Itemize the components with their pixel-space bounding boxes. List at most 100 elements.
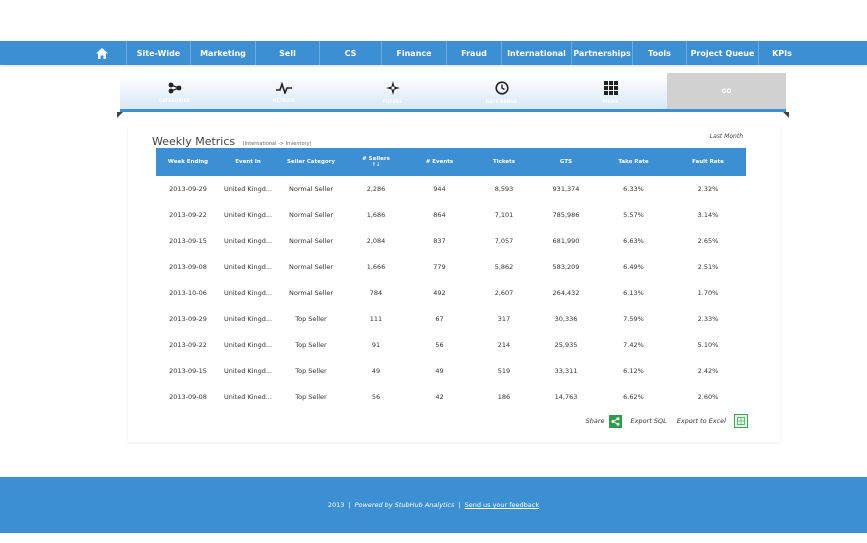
cell-sellers: 2,084 [366,237,386,245]
cell-sellers: 1,666 [366,263,386,271]
table-row[interactable]: 2013-10-06 United Kingd... Normal Seller 78… [156,280,746,306]
cell-events: 837 [433,237,446,245]
cell-tickets: 8,593 [494,185,514,193]
go-button[interactable]: GO [667,73,786,109]
col-fault-rate[interactable]: Fault Rate [670,148,746,176]
card-title-row: Weekly Metrics (International -> Invento… [152,135,312,148]
col-event-in[interactable]: Event In [220,148,276,176]
cell-sellers: 91 [371,341,381,349]
cell-event-in: United Kined... [224,393,272,401]
compass-icon [385,80,400,95]
toolbar-views[interactable]: VIEWS [556,75,665,109]
table-row[interactable]: 2013-09-29 United Kingd... Top Seller 111 67… [156,306,746,332]
pulse-icon [275,81,292,94]
cell-sellers: 784 [369,289,383,297]
nav-site-wide[interactable]: Site-Wide [126,41,190,65]
cell-tickets: 7,057 [494,237,514,245]
export-sql-link[interactable]: Export SQL [631,417,667,425]
toolbar-filters[interactable]: FILTERS [338,75,447,109]
cell-tickets: 519 [497,367,511,375]
toolbar-metrics[interactable]: METRICS [229,75,338,109]
toolbar-date-range[interactable]: DATE RANGE [447,75,556,109]
cell-take-rate: 6.13% [623,289,644,297]
col-gts[interactable]: GTS [535,148,597,176]
cell-fault-rate: 2.32% [697,185,719,193]
cell-gts: 931,374 [552,185,580,193]
footer-powered-by: Powered by StubHub Analytics [354,501,455,509]
home-icon[interactable] [82,41,122,65]
toolbar-views-label: VIEWS [602,98,619,104]
cell-fault-rate: 2.65% [697,237,719,245]
cell-tickets: 5,862 [494,263,514,271]
nav-marketing[interactable]: Marketing [190,41,255,65]
toolbar-filters-label: FILTERS [382,98,403,104]
cell-gts: 681,990 [552,237,580,245]
share-icon[interactable] [608,414,622,428]
cell-gts: 30,336 [554,315,578,323]
cell-event-in: United Kingd... [223,289,273,297]
share-label[interactable]: Share [586,417,605,425]
nav-partnerships[interactable]: Partnerships [571,41,632,65]
export-excel-link[interactable]: Export to Excel [677,417,726,425]
nav-sell[interactable]: Sell [255,41,319,65]
col-sellers[interactable]: # Sellers ↑↓ [346,148,406,176]
cell-event-in: United Kingd... [223,185,273,193]
table-row[interactable]: 2013-09-22 United Kingd... Top Seller 91 56 2… [156,332,746,358]
cell-week-ending: 2013-09-15 [169,367,207,375]
table-row[interactable]: 2013-09-15 United Kingd... Top Seller 49 49 5… [156,358,746,384]
table-row[interactable]: 2013-09-08 United Kingd... Normal Seller 1,… [156,254,746,280]
cell-fault-rate: 5.10% [697,341,719,349]
col-tickets[interactable]: Tickets [473,148,535,176]
cell-take-rate: 6.49% [623,263,644,271]
col-week-ending[interactable]: Week Ending [156,148,220,176]
cell-gts: 25,935 [554,341,578,349]
footer-separator: | [348,501,351,509]
table-row[interactable]: 2013-09-15 United Kingd... Normal Seller 2,… [156,228,746,254]
footer-separator: | [458,501,461,509]
cell-seller-category: Normal Seller [289,237,333,245]
cell-take-rate: 5.57% [623,211,644,219]
cell-seller-category: Top Seller [295,315,327,323]
cell-event-in: United Kingd... [223,237,273,245]
cell-sellers: 1,686 [366,211,386,219]
cell-tickets: 2,607 [494,289,514,297]
table-row[interactable]: 2013-09-29 United Kingd... Normal Seller 2,… [156,176,746,202]
cell-fault-rate: 1.70% [697,289,719,297]
col-take-rate[interactable]: Take Rate [597,148,670,176]
sort-icon: ↑↓ [371,162,381,168]
nav-kpis[interactable]: KPIs [758,41,805,65]
nav-cs[interactable]: CS [319,41,381,65]
table-row[interactable]: 2013-09-08 United Kined... Top Seller 56 42 1… [156,384,746,410]
metrics-table: Week Ending Event In Seller Category # S… [156,148,746,410]
cell-events: 56 [435,341,444,349]
nav-finance[interactable]: Finance [381,41,446,65]
cell-take-rate: 7.42% [623,341,644,349]
cell-events: 779 [433,263,446,271]
weekly-metrics-card: Weekly Metrics (International -> Invento… [128,126,780,442]
nav-project-queue[interactable]: Project Queue [686,41,758,65]
cell-fault-rate: 2.33% [697,315,719,323]
nav-international[interactable]: International [501,41,571,65]
card-subtitle: (International -> Inventory) [242,141,312,147]
cell-event-in: United Kingd... [223,211,273,219]
toolbar-date-range-label: DATE RANGE [485,98,518,104]
table-row[interactable]: 2013-09-22 United Kingd... Normal Seller 1,… [156,202,746,228]
cell-tickets: 186 [497,393,511,401]
cell-week-ending: 2013-09-08 [169,263,207,271]
toolbar-corner [783,112,789,118]
feedback-link[interactable]: Send us your feedback [465,501,540,509]
cell-event-in: United Kingd... [223,367,273,375]
cell-event-in: United Kingd... [223,341,273,349]
toolbar-categories[interactable]: CATEGORIES [120,75,229,109]
cell-week-ending: 2013-09-15 [169,237,207,245]
footer-year: 2013 [327,501,345,509]
cell-week-ending: 2013-09-08 [169,393,207,401]
cell-events: 42 [435,393,444,401]
col-events[interactable]: # Events [406,148,473,176]
excel-icon[interactable] [734,414,748,428]
cell-event-in: United Kingd... [223,315,273,323]
col-seller-category[interactable]: Seller Category [276,148,346,176]
nav-tools[interactable]: Tools [632,41,686,65]
nav-fraud[interactable]: Fraud [446,41,501,65]
cell-take-rate: 6.33% [623,185,644,193]
